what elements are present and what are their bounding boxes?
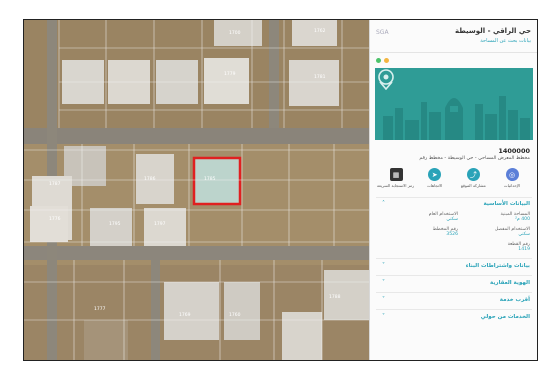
- parcel-info-panel: حي الراقي - الوسيطة بيانات بحث عن المساح…: [369, 20, 537, 360]
- parcel-label: 1776: [49, 216, 61, 222]
- road-vertical: [269, 20, 279, 128]
- info-general-use: الاستخدام العام سكني: [398, 212, 458, 222]
- services-around-me-header[interactable]: الخدمات من حولي: [481, 314, 530, 320]
- satellite-map[interactable]: 1700 1762 1779 1781 1785 1786 1787 1795 …: [24, 20, 369, 360]
- location-pin-icon: [378, 69, 394, 90]
- chevron-up-icon[interactable]: ˄: [382, 200, 385, 207]
- building: [30, 206, 68, 242]
- parcel-label: 1769: [179, 312, 191, 318]
- chevron-down-icon[interactable]: ˅: [382, 279, 385, 286]
- parcel-label: 1777: [94, 306, 106, 312]
- location-pin-icon: ◎: [505, 168, 519, 181]
- parcel-label: 1700: [229, 30, 241, 36]
- building: [204, 58, 249, 104]
- action-label: رمز الاستجابة السريعة: [376, 183, 415, 188]
- coordinates-button[interactable]: ◎ الإحداثيات: [494, 168, 530, 188]
- info-value: سكني: [518, 232, 530, 237]
- divider: [376, 258, 532, 259]
- info-value: سكني: [446, 217, 458, 222]
- info-value: 400 م²: [515, 217, 530, 222]
- share-icon: ⤴: [466, 168, 480, 181]
- building: [282, 312, 322, 360]
- building-requirements-header[interactable]: بيانات واشتراطات البناء: [466, 263, 530, 269]
- parcel-label: 1787: [49, 181, 61, 187]
- action-buttons: ◎ الإحداثيات ⤴ مشاركة الموقع ➤ الاتجاهات…: [376, 168, 530, 188]
- action-label: الاتجاهات: [426, 183, 443, 188]
- divider: [376, 309, 532, 310]
- qr-code-button[interactable]: ▦ رمز الاستجابة السريعة: [376, 168, 415, 188]
- app-window: 1700 1762 1779 1781 1785 1786 1787 1795 …: [23, 19, 538, 361]
- selected-parcel-label: 1785: [204, 176, 216, 182]
- parcel-label: 1762: [314, 28, 326, 34]
- maximize-dot-icon[interactable]: [376, 58, 381, 63]
- divider: [376, 275, 532, 276]
- map-canvas[interactable]: 1700 1762 1779 1781 1785 1786 1787 1795 …: [24, 20, 369, 360]
- sga-logo: SGA: [376, 29, 389, 36]
- chevron-down-icon[interactable]: ˅: [382, 296, 385, 303]
- building: [224, 282, 260, 340]
- chevron-down-icon[interactable]: ˅: [382, 313, 385, 320]
- info-built-area: المساحة المبنية 400 م²: [470, 212, 530, 222]
- info-plan-number: رقم المخطط 3526: [398, 227, 458, 237]
- basic-info-header[interactable]: البيانات الأساسية: [483, 201, 530, 207]
- building: [90, 208, 132, 246]
- parcel-label: 1795: [109, 221, 121, 227]
- parcel-label: 1786: [144, 176, 156, 182]
- parcel-label: 1779: [224, 71, 236, 77]
- panel-subtitle[interactable]: بيانات بحث عن المساحة: [480, 38, 531, 44]
- city-skyline-illustration: [375, 68, 533, 140]
- parcel-label: 1760: [229, 312, 241, 318]
- parcel-description: مخطط المعرض المساحي - حي الوسيطة - مخطط …: [419, 156, 530, 161]
- real-estate-identity-header[interactable]: الهوية العقارية: [490, 280, 530, 286]
- road-horizontal: [24, 128, 369, 144]
- empty-lot: [84, 320, 128, 360]
- parcel-id: 1400000: [498, 147, 530, 155]
- parcel-label: 1781: [314, 74, 326, 80]
- divider: [376, 197, 532, 198]
- directions-button[interactable]: ➤ الاتجاهات: [417, 168, 453, 188]
- hero-banner: [375, 68, 533, 140]
- info-value: 1419: [518, 247, 530, 252]
- info-detailed-use: الاستخدام المفصل سكني: [470, 227, 530, 237]
- action-label: الإحداثيات: [503, 183, 521, 188]
- building: [289, 60, 339, 106]
- info-value: 3526: [446, 232, 458, 237]
- window-controls: [376, 58, 389, 63]
- parcel-label: 1797: [154, 221, 166, 227]
- qr-code-icon: ▦: [389, 168, 403, 181]
- chevron-down-icon[interactable]: ˅: [382, 262, 385, 269]
- minimize-dot-icon[interactable]: [384, 58, 389, 63]
- divider: [376, 292, 532, 293]
- road-vertical: [151, 260, 160, 360]
- parcel-label: 1788: [329, 294, 341, 300]
- building: [144, 208, 186, 246]
- selected-parcel-fill: [194, 158, 240, 204]
- panel-title: حي الراقي - الوسيطة: [454, 27, 531, 35]
- info-parcel-number: رقم القطعة 1419: [470, 242, 530, 252]
- directions-icon: ➤: [428, 168, 442, 181]
- action-label: مشاركة الموقع: [460, 183, 486, 188]
- nearest-service-header[interactable]: أقرب خدمة: [500, 297, 530, 303]
- panel-header: حي الراقي - الوسيطة بيانات بحث عن المساح…: [370, 20, 537, 53]
- road-horizontal: [24, 246, 369, 260]
- building: [164, 282, 219, 340]
- share-location-button[interactable]: ⤴ مشاركة الموقع: [455, 168, 491, 188]
